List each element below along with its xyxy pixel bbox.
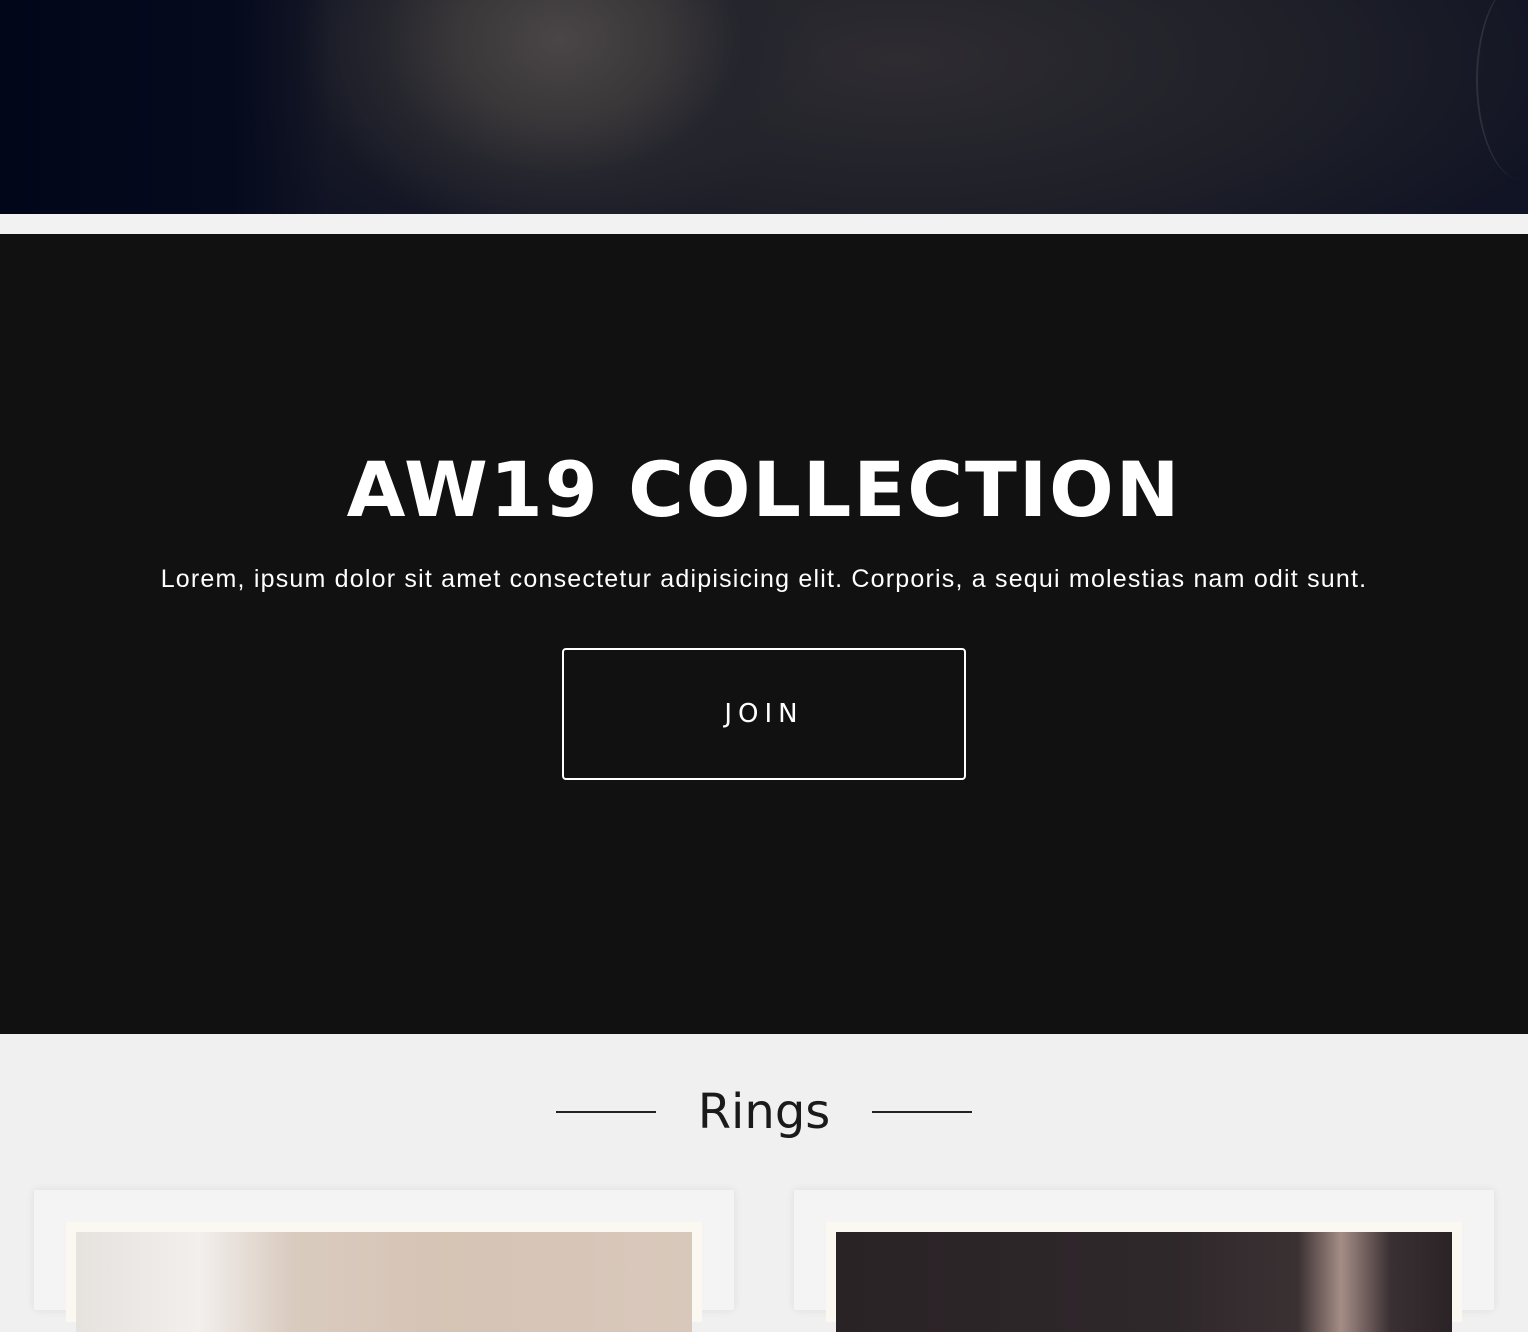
product-card-frame bbox=[66, 1222, 702, 1332]
collection-description: Lorem, ipsum dolor sit amet consectetur … bbox=[160, 565, 1368, 593]
join-button[interactable]: JOIN bbox=[562, 648, 966, 780]
product-card[interactable] bbox=[34, 1190, 734, 1332]
collection-title: AW19 COLLECTION bbox=[346, 445, 1182, 534]
hero-image-earring bbox=[1476, 0, 1528, 180]
rings-section-heading: Rings bbox=[0, 1080, 1528, 1144]
product-image[interactable] bbox=[76, 1232, 692, 1332]
section-divider bbox=[0, 214, 1528, 234]
hero-image-shadow bbox=[0, 0, 330, 214]
heading-rule-left bbox=[556, 1111, 656, 1113]
rings-title: Rings bbox=[697, 1084, 831, 1140]
collection-promo-section bbox=[0, 234, 1528, 1034]
product-card-frame bbox=[826, 1222, 1462, 1332]
product-card[interactable] bbox=[794, 1190, 1494, 1332]
heading-rule-right bbox=[872, 1111, 972, 1113]
hero-image bbox=[0, 0, 1528, 214]
product-image[interactable] bbox=[836, 1232, 1452, 1332]
